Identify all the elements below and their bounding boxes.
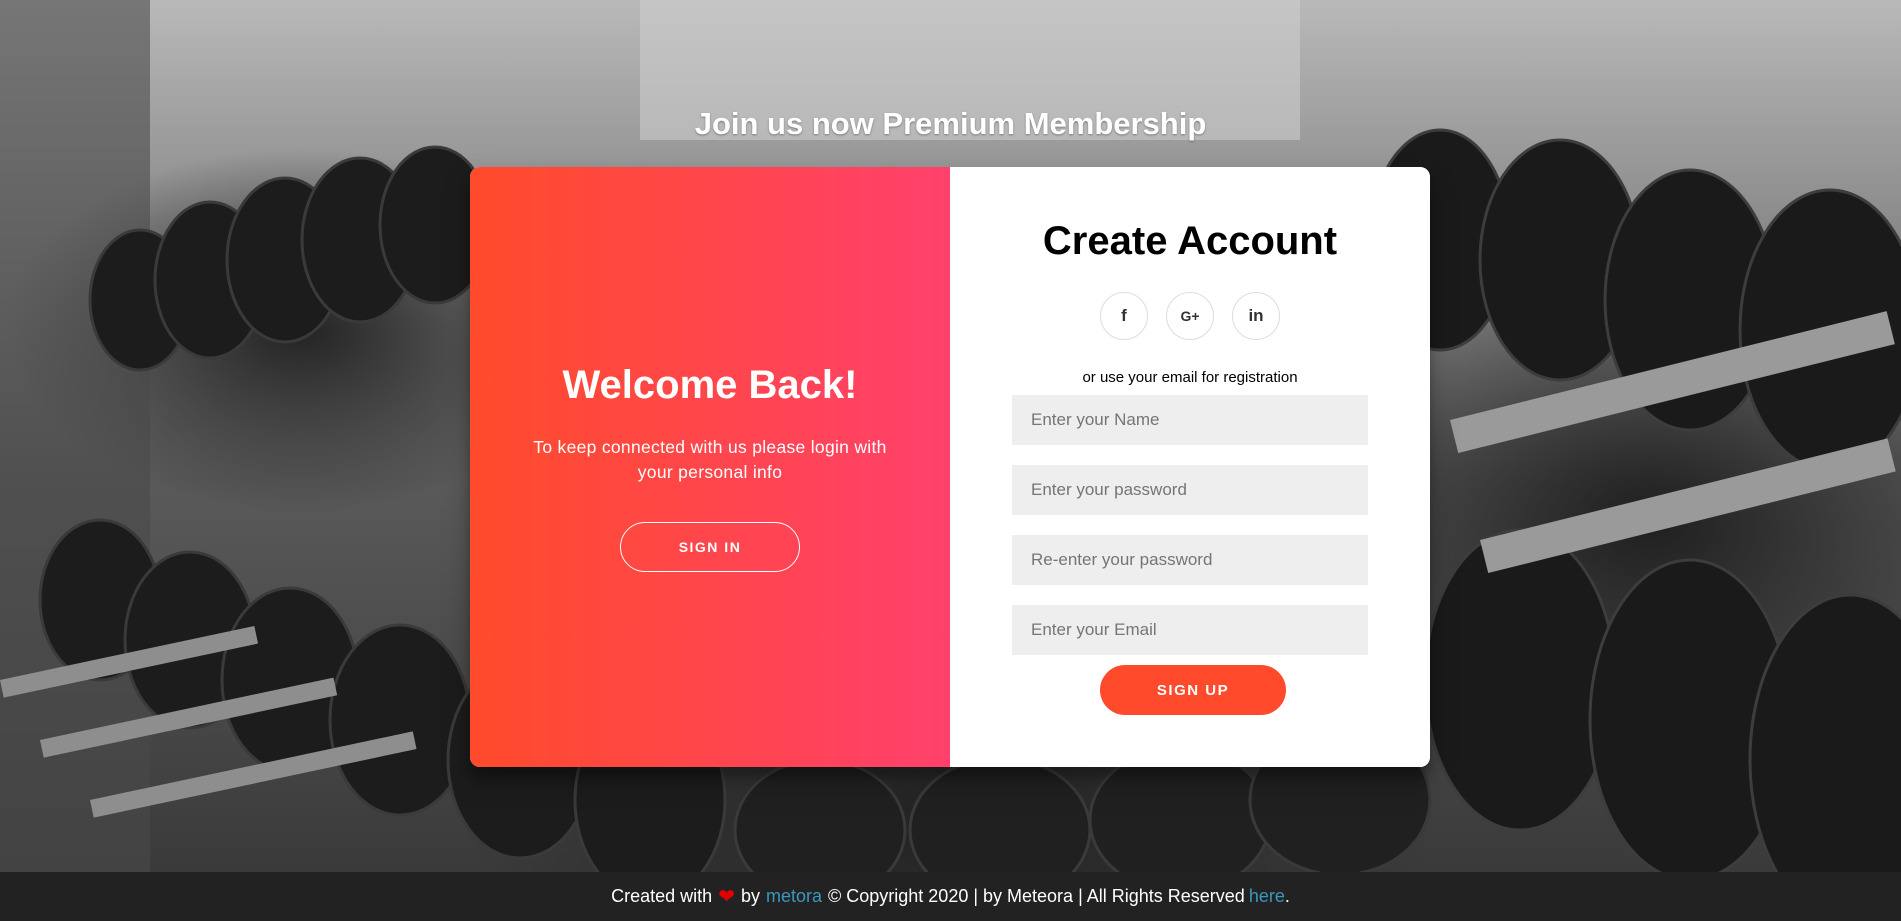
sign-up-button[interactable]: SIGN UP: [1100, 665, 1286, 715]
confirm-password-input[interactable]: [1012, 535, 1368, 585]
heart-icon: ❤: [718, 886, 735, 908]
registration-hint: or use your email for registration: [1082, 369, 1298, 386]
here-link[interactable]: here: [1249, 886, 1285, 906]
footer-prefix: Created with: [611, 886, 713, 906]
social-login-row: f G+ in: [950, 292, 1430, 340]
page-title: Join us now Premium Membership: [694, 106, 1207, 141]
footer-by: by: [740, 886, 760, 906]
footer: Created with ❤ by metora © Copyright 202…: [0, 872, 1901, 921]
footer-copyright: © Copyright 2020 | by Meteora | All Righ…: [828, 886, 1245, 906]
create-account-form: Create Account f G+ in or use your email…: [950, 167, 1430, 767]
footer-suffix: .: [1284, 886, 1290, 906]
signup-card: Welcome Back! To keep connected with us …: [470, 167, 1430, 767]
author-link[interactable]: metora: [766, 886, 822, 907]
form-title: Create Account: [1042, 219, 1338, 263]
linkedin-label: in: [1248, 306, 1264, 325]
linkedin-icon[interactable]: in: [1232, 292, 1280, 340]
sign-in-button[interactable]: SIGN IN: [620, 522, 800, 572]
google-plus-label: G+: [1180, 308, 1200, 324]
facebook-icon[interactable]: f: [1100, 292, 1148, 340]
welcome-panel: Welcome Back! To keep connected with us …: [470, 167, 950, 767]
password-input[interactable]: [1012, 465, 1368, 515]
facebook-label: f: [1121, 306, 1127, 325]
footer-here-wrap: here.: [1249, 886, 1290, 907]
welcome-text: To keep connected with us please login w…: [533, 437, 887, 482]
welcome-title: Welcome Back!: [562, 363, 858, 407]
google-plus-icon[interactable]: G+: [1166, 292, 1214, 340]
email-input[interactable]: [1012, 605, 1368, 655]
name-input[interactable]: [1012, 395, 1368, 445]
